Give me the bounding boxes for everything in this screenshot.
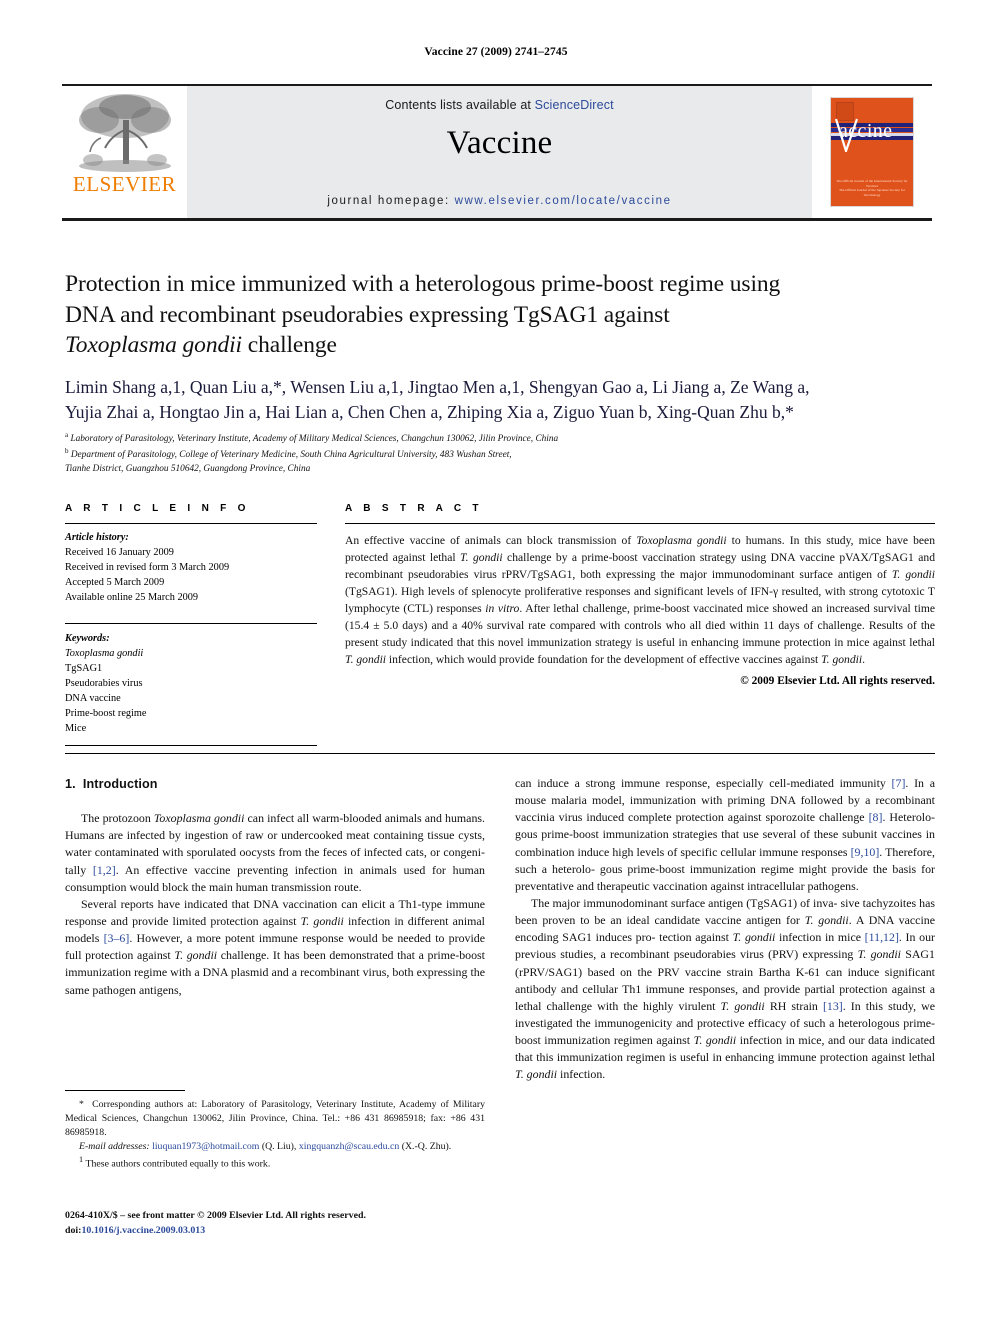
citation-ref[interactable]: [9,10] [851,845,880,859]
history-accepted: Accepted 5 March 2009 [65,577,165,589]
history-revised: Received in revised form 3 March 2009 [65,562,230,574]
footnote-asterisk-marker: * [79,1099,84,1110]
contents-lists-line: Contents lists available at ScienceDirec… [385,98,613,112]
homepage-label: journal homepage: [327,195,450,207]
paragraph-intro-2: Several reports have indicated that DNA … [65,896,485,997]
citation-ref[interactable]: [13] [823,999,843,1013]
article-history-label: Article history: [65,532,129,543]
affiliation-b-cont: Tianhe District, Guangzhou 510642, Guang… [65,462,945,476]
article-title: Protection in mice immunized with a hete… [65,269,935,361]
affiliations: a Laboratory of Parasitology, Veterinary… [65,430,945,477]
email-link-zhu[interactable]: xingquanzh@scau.edu.cn [299,1141,399,1152]
issn-doi-block: 0264-410X/$ – see front matter © 2009 El… [65,1209,495,1239]
cover-image: accine The Official Journal of the Inter… [830,97,914,207]
citation-ref[interactable]: [8] [869,810,883,824]
keyword-item: Prime-boost regime [65,708,147,720]
footnote-rule [65,1090,185,1091]
keyword-item: Pseudorabies virus [65,678,143,690]
paragraph-intro-1: The protozoon Toxoplasma gondii can infe… [65,811,485,894]
title-line-1: Protection in mice immunized with a hete… [65,271,781,297]
homepage-url-link[interactable]: www.elsevier.com/locate/vaccine [455,195,672,207]
email-owner-liu: (Q. Liu), [261,1141,297,1153]
article-info-rule [65,523,317,524]
affiliation-b: b Department of Parasitology, College of… [65,446,945,462]
journal-homepage-line: journal homepage: www.elsevier.com/locat… [187,195,812,207]
affiliation-b-line-1: Department of Parasitology, College of V… [70,450,512,461]
running-head: Vaccine 27 (2009) 2741–2745 [424,46,568,58]
journal-title: Vaccine [446,125,553,161]
keyword-item: Toxoplasma gondii [65,648,144,660]
footnote-corresponding-text: Corresponding authors at: Laboratory of … [65,1099,485,1139]
affiliation-a-text: Laboratory of Parasitology, Veterinary I… [70,434,559,445]
footnote-equal-text: These authors contributed equally to thi… [85,1158,271,1170]
keywords-list: Keywords: Toxoplasma gondii TgSAG1 Pseud… [65,631,317,736]
journal-masthead: ELSEVIER Contents lists available at Sci… [62,84,932,221]
footnote-email-label: E-mail addresses: [79,1141,150,1153]
history-received: Received 16 January 2009 [65,547,174,559]
elsevier-logo: ELSEVIER [62,86,187,218]
elsevier-tree-icon [78,94,171,172]
cover-v-letter-icon [835,118,859,152]
elsevier-wordmark: ELSEVIER [72,172,177,196]
affiliation-marker-b: b [65,447,69,456]
citation-ref[interactable]: [3–6] [104,931,130,945]
keywords-label: Keywords: [65,633,110,645]
citation-ref[interactable]: [1,2] [93,863,116,877]
abstract-block: A B S T R A C T An effective vaccine of … [345,503,935,687]
email-owner-zhu: (X.-Q. Zhu). [401,1141,452,1153]
keywords-rule [65,623,317,625]
article-info-heading: A R T I C L E I N F O [65,503,250,514]
title-species-italic: Toxoplasma gondii [65,332,242,359]
body-column-right: can induce a strong immune response, esp… [515,775,935,1084]
article-history: Article history: Received 16 January 200… [65,530,317,605]
abstract-heading: A B S T R A C T [345,503,483,514]
keyword-item: Mice [65,723,87,735]
citation-ref[interactable]: [11,12] [865,930,899,944]
footnote-emails: E-mail addresses: liuquan1973@hotmail.co… [65,1140,485,1154]
footnote-equal-contribution: 1 These authors contributed equally to t… [65,1154,485,1171]
author-line-2: Yujia Zhai a, Hongtao Jin a, Hai Lian a,… [65,402,794,423]
masthead-center: Contents lists available at ScienceDirec… [187,86,812,218]
doi-line: doi:10.1016/j.vaccine.2009.03.013 [65,1224,495,1239]
doi-link[interactable]: 10.1016/j.vaccine.2009.03.013 [81,1225,205,1236]
history-online: Available online 25 March 2009 [65,592,199,604]
footnote-corresponding-author: * Corresponding authors at: Laboratory o… [65,1098,485,1140]
author-list: Limin Shang a,1, Quan Liu a,*, Wensen Li… [65,375,945,426]
contents-prefix: Contents lists available at [385,98,535,112]
sciencedirect-link[interactable]: ScienceDirect [535,98,614,112]
section-title: Introduction [82,777,158,791]
abstract-copyright: © 2009 Elsevier Ltd. All rights reserved… [740,675,935,688]
section-number: 1. [65,777,76,791]
title-line-2: DNA and recombinant pseudorabies express… [65,301,670,328]
journal-cover-thumbnail: accine The Official Journal of the Inter… [812,86,932,218]
affiliation-marker-a: a [65,431,69,439]
author-line-1: Limin Shang a,1, Quan Liu a,*, Wensen Li… [65,377,810,397]
body-column-left: 1. Introduction The protozoon Toxoplasma… [65,775,485,999]
affiliation-a: a Laboratory of Parasitology, Veterinary… [65,430,945,446]
footnotes-block: * Corresponding authors at: Laboratory o… [65,1090,485,1172]
cover-footer-text: The Official Journal of the Internationa… [835,179,909,198]
email-link-liu[interactable]: liuquan1973@hotmail.com [152,1141,259,1152]
paragraph-intro-3: The major immunodominant surface antigen… [515,895,935,1082]
affiliation-b-line-2: Tianhe District, Guangzhou 510642, Guang… [65,464,311,475]
keyword-item: TgSAG1 [65,663,103,675]
article-info-block: A R T I C L E I N F O Article history: R… [65,503,317,736]
abstract-rule [345,523,935,524]
section-heading-introduction: 1. Introduction [65,775,485,793]
paragraph-intro-2-continued: can induce a strong immune response, esp… [515,776,935,893]
article-info-bottom-rule [65,745,317,746]
doi-label: doi: [65,1224,82,1236]
abstract-text: An effective vaccine of animals can bloc… [345,534,936,667]
cover-footer-line-2: The Official Journal of the Japanese Soc… [839,188,905,198]
cover-footer-line-1: The Official Journal of the Internationa… [836,178,908,188]
journal-article-page: Vaccine 27 (2009) 2741–2745 ELSEVIER Con… [0,0,992,1323]
title-line-3-rest: challenge [241,332,337,359]
header-block-bottom-rule [65,753,935,754]
citation-ref[interactable]: [7] [892,776,906,790]
issn-line: 0264-410X/$ – see front matter © 2009 El… [65,1210,366,1221]
keyword-item: DNA vaccine [65,693,121,705]
footnote-marker-1: 1 [79,1155,84,1165]
